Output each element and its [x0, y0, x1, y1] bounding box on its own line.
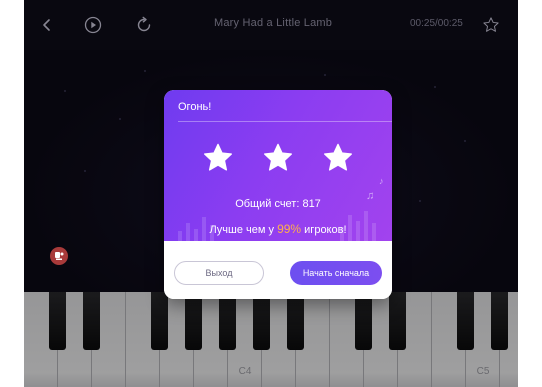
exit-button[interactable]: Выход	[174, 261, 264, 285]
ranking-text: Лучше чем у 99% игроков!	[164, 222, 392, 236]
ranking-suffix: игроков!	[301, 224, 347, 236]
record-icon[interactable]	[50, 247, 68, 265]
music-note-icon: ♪	[379, 176, 384, 186]
star-filled-icon	[264, 143, 292, 171]
total-score: Общий счет: 817	[235, 198, 321, 210]
dialog-title: Огонь!	[178, 101, 212, 113]
divider	[178, 121, 392, 122]
result-dialog-header: Огонь! ♪ ♫ Общий счет: 817 Лучше чем у 9	[164, 90, 392, 241]
result-dialog: Огонь! ♪ ♫ Общий счет: 817 Лучше чем у 9	[164, 90, 392, 299]
star-filled-icon	[324, 143, 352, 171]
result-dialog-actions: Выход Начать сначала	[164, 241, 392, 299]
piano-app: Mary Had a Little Lamb 00:25/00:25 C4 C5…	[24, 0, 518, 387]
ranking-percent: 99%	[277, 222, 302, 236]
star-filled-icon	[204, 143, 232, 171]
restart-button[interactable]: Начать сначала	[290, 261, 382, 285]
ranking-prefix: Лучше чем у	[209, 224, 278, 236]
